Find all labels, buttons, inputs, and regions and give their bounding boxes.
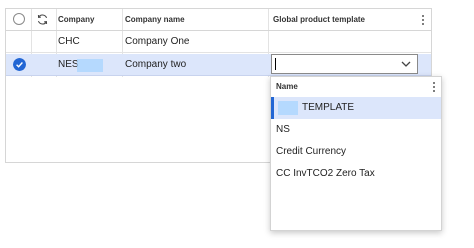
column-header-company-name[interactable]: Company name [125,9,185,31]
lookup-option-label: CC InvTCO2 Zero Tax [276,168,375,179]
column-header-company[interactable]: Company [58,9,94,31]
lookup-option-label: TEMPLATE [302,102,355,113]
select-all-circle-icon[interactable] [13,13,25,25]
more-vertical-icon[interactable] [420,14,426,26]
lookup-option-label: Credit Currency [276,146,347,157]
refresh-icon[interactable] [36,13,49,26]
company-cell[interactable]: CHC [58,31,80,53]
company-cell[interactable]: NES [58,54,79,76]
redaction-block [77,59,103,72]
lookup-header: Name [271,77,441,98]
table-row[interactable]: CHC Company One [6,31,431,53]
lookup-option[interactable]: CC InvTCO2 Zero Tax [271,163,441,185]
lookup-option[interactable]: Credit Currency [271,141,441,163]
column-header-global-product-template[interactable]: Global product template [273,9,365,31]
lookup-column-name[interactable]: Name [276,77,298,97]
template-lookup-dropdown: Name TEMPLATE NS Credit Currency CC InvT… [270,76,442,231]
global-product-template-combobox[interactable] [271,54,418,74]
grid-header-row: Company Company name Global product temp… [6,9,431,31]
text-caret [275,58,276,70]
lookup-option[interactable]: NS [271,119,441,141]
lookup-option-label: NS [276,124,290,135]
lookup-option[interactable]: TEMPLATE [271,97,441,119]
redaction-block [278,101,298,115]
chevron-down-icon[interactable] [401,60,411,68]
check-circle-icon[interactable] [13,58,26,71]
more-vertical-icon[interactable] [431,81,437,93]
company-name-cell[interactable]: Company two [125,54,186,76]
company-name-cell[interactable]: Company One [125,31,189,53]
